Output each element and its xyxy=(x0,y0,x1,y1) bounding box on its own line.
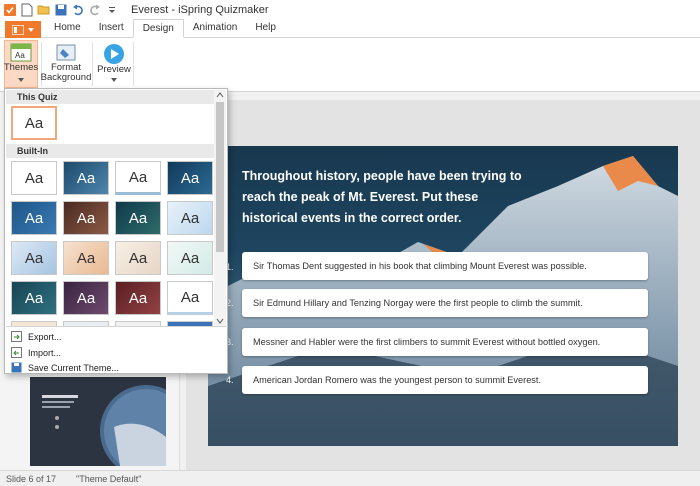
theme-sample: Aa xyxy=(24,114,44,132)
theme-sample: Aa xyxy=(180,169,200,187)
theme-sample: Aa xyxy=(24,289,44,307)
ribbon-design: Aa Themes Format Background Preview xyxy=(0,38,700,92)
export-label: Export... xyxy=(28,331,62,342)
theme-sample: Aa xyxy=(180,209,200,227)
theme-sample: Aa xyxy=(180,288,200,306)
save-icon[interactable] xyxy=(54,3,68,17)
theme-sample: Aa xyxy=(24,209,44,227)
tab-design[interactable]: Design xyxy=(132,19,184,38)
themes-button[interactable]: Aa Themes xyxy=(4,40,38,88)
open-folder-icon[interactable] xyxy=(37,3,51,17)
ribbon-separator xyxy=(92,42,93,86)
scroll-down-icon xyxy=(216,318,224,324)
theme-option[interactable]: Aa xyxy=(11,201,57,235)
theme-sample: Aa xyxy=(128,168,148,186)
theme-option[interactable]: Aa xyxy=(115,201,161,235)
slide-thumbnail-image xyxy=(30,377,166,466)
theme-sample: Aa xyxy=(180,249,200,267)
format-background-button[interactable]: Format Background xyxy=(41,40,91,83)
tab-animation[interactable]: Animation xyxy=(184,19,246,37)
title-bar: Everest - iSpring Quizmaker xyxy=(0,0,700,20)
status-bar: Slide 6 of 17 "Theme Default" xyxy=(0,470,700,486)
customize-arrow-icon[interactable] xyxy=(105,3,119,17)
theme-option[interactable]: Aa xyxy=(63,241,109,275)
chevron-down-icon xyxy=(111,78,117,82)
import-theme-item[interactable]: Import... xyxy=(11,345,61,360)
format-background-icon xyxy=(56,44,76,61)
slide: Throughout history, people have been try… xyxy=(208,146,678,446)
redo-icon[interactable] xyxy=(88,3,102,17)
answer-item[interactable]: Sir Thomas Dent suggested in his book th… xyxy=(242,252,648,280)
save-theme-icon xyxy=(11,362,22,373)
scrollbar-thumb[interactable] xyxy=(216,102,224,252)
theme-option[interactable]: Aa xyxy=(167,241,213,275)
theme-sample: Aa xyxy=(128,249,148,267)
theme-option[interactable]: Aa xyxy=(11,241,57,275)
answer-item[interactable]: Sir Edmund Hillary and Tenzing Norgay we… xyxy=(242,289,648,317)
chevron-down-icon xyxy=(28,27,34,32)
theme-sample: Aa xyxy=(76,209,96,227)
export-theme-item[interactable]: Export... xyxy=(11,329,62,344)
export-icon xyxy=(11,331,22,342)
theme-name: "Theme Default" xyxy=(76,473,142,484)
tab-insert[interactable]: Insert xyxy=(90,19,133,37)
save-theme-item[interactable]: Save Current Theme... xyxy=(11,360,119,375)
theme-sample: Aa xyxy=(24,169,44,187)
theme-option[interactable]: Aa xyxy=(11,281,57,315)
play-icon xyxy=(104,44,124,64)
chevron-down-icon xyxy=(18,78,24,82)
save-theme-label: Save Current Theme... xyxy=(28,362,119,373)
slide-count: Slide 6 of 17 xyxy=(6,473,57,484)
import-label: Import... xyxy=(28,347,62,358)
tab-home[interactable]: Home xyxy=(45,19,90,37)
undo-icon[interactable] xyxy=(71,3,85,17)
file-menu-icon xyxy=(12,24,24,35)
answer-item[interactable]: Messner and Habler were the first climbe… xyxy=(242,328,648,356)
theme-option[interactable]: Aa xyxy=(115,241,161,275)
preview-button[interactable]: Preview xyxy=(96,40,132,82)
import-icon xyxy=(11,347,22,358)
theme-current[interactable]: Aa xyxy=(11,106,57,140)
dropdown-separator xyxy=(6,326,228,327)
themes-dropdown: This Quiz Aa Built-In Aa Aa Aa Aa Aa Aa … xyxy=(4,88,228,374)
section-built-in: Built-In xyxy=(6,144,215,158)
answer-item[interactable]: American Jordan Romero was the youngest … xyxy=(242,366,648,394)
format-background-label-2: Background xyxy=(40,72,92,83)
theme-sample: Aa xyxy=(24,249,44,267)
slide-thumbnail[interactable] xyxy=(30,377,166,466)
theme-option[interactable]: Aa xyxy=(167,281,213,315)
theme-option[interactable]: Aa xyxy=(63,281,109,315)
section-this-quiz: This Quiz xyxy=(6,90,215,104)
theme-option[interactable]: Aa xyxy=(167,201,213,235)
theme-sample: Aa xyxy=(128,209,148,227)
theme-option[interactable]: Aa xyxy=(63,201,109,235)
check-icon xyxy=(3,3,17,17)
file-menu-button[interactable] xyxy=(5,21,41,38)
theme-option[interactable]: Aa xyxy=(115,281,161,315)
preview-label: Preview xyxy=(97,64,131,75)
theme-option[interactable]: Aa xyxy=(63,161,109,195)
theme-sample: Aa xyxy=(76,289,96,307)
themes-icon: Aa xyxy=(10,43,32,62)
theme-sample: Aa xyxy=(128,289,148,307)
ribbon-tabs: Home Insert Design Animation Help xyxy=(0,19,700,38)
themes-scrollbar[interactable] xyxy=(214,90,226,326)
question-text: Throughout history, people have been try… xyxy=(242,169,522,225)
theme-option[interactable]: Aa xyxy=(115,161,161,195)
themes-label: Themes xyxy=(3,62,39,73)
tab-help[interactable]: Help xyxy=(246,19,285,37)
answer-number: 4. xyxy=(226,375,234,385)
window-title: Everest - iSpring Quizmaker xyxy=(131,4,269,16)
ribbon-separator xyxy=(133,42,134,86)
theme-sample: Aa xyxy=(76,249,96,267)
theme-sample: Aa xyxy=(76,169,96,187)
theme-option[interactable]: Aa xyxy=(167,161,213,195)
svg-text:Aa: Aa xyxy=(15,51,25,60)
theme-option[interactable]: Aa xyxy=(11,161,57,195)
new-file-icon[interactable] xyxy=(20,3,34,17)
scroll-up-icon xyxy=(216,92,224,98)
